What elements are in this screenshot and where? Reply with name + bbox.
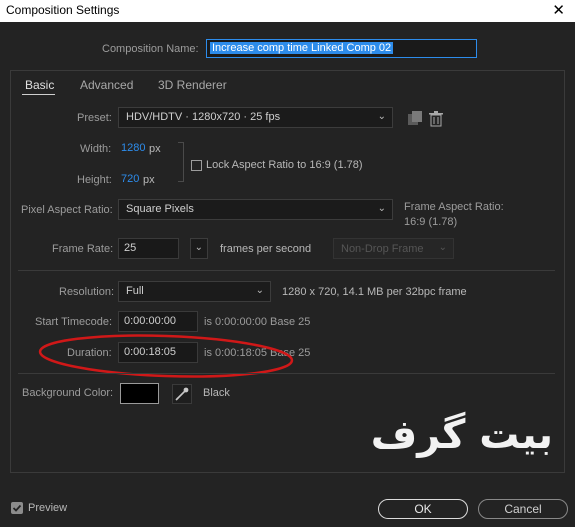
start-timecode-input[interactable]: 0:00:00:00 — [118, 311, 198, 332]
lock-aspect-checkbox[interactable] — [191, 160, 202, 171]
drop-frame-dropdown[interactable]: Non-Drop Frame ⌄ — [333, 238, 454, 259]
composition-name-value: Increase comp time Linked Comp 02 — [210, 42, 394, 54]
frame-rate-input[interactable]: 25 — [118, 238, 179, 259]
drop-frame-value: Non-Drop Frame — [341, 243, 424, 255]
resolution-info: 1280 x 720, 14.1 MB per 32bpc frame — [282, 286, 467, 298]
tab-basic[interactable]: Basic — [25, 78, 54, 92]
width-unit: px — [149, 143, 161, 155]
width-value[interactable]: 1280 — [121, 142, 145, 154]
width-label: Width: — [80, 143, 112, 155]
tab-3d-renderer[interactable]: 3D Renderer — [158, 78, 227, 92]
trash-icon[interactable] — [428, 110, 444, 127]
frame-aspect-value: 16:9 (1.78) — [404, 216, 458, 228]
height-unit: px — [143, 174, 155, 186]
frame-rate-unit: frames per second — [220, 243, 312, 255]
pixel-aspect-value: Square Pixels — [126, 203, 194, 215]
preset-dropdown[interactable]: HDV/HDTV · 1280x720 · 25 fps ⌄ — [118, 107, 393, 128]
divider — [18, 373, 555, 374]
tab-basic-underline — [22, 94, 55, 95]
frame-rate-label: Frame Rate: — [52, 243, 114, 255]
save-preset-icon[interactable] — [406, 110, 424, 127]
ok-button[interactable]: OK — [378, 499, 468, 519]
pixel-aspect-dropdown[interactable]: Square Pixels ⌄ — [118, 199, 393, 220]
resolution-value: Full — [126, 285, 144, 297]
tab-advanced[interactable]: Advanced — [80, 78, 133, 92]
annotation-ellipse — [38, 334, 294, 378]
chevron-down-icon: ⌄ — [194, 242, 203, 253]
pixel-aspect-label: Pixel Aspect Ratio: — [21, 204, 113, 216]
start-timecode-info: is 0:00:00:00 Base 25 — [204, 316, 311, 328]
height-value[interactable]: 720 — [121, 173, 139, 185]
link-bracket — [178, 142, 184, 182]
composition-name-label: Composition Name: — [102, 43, 199, 55]
background-color-label: Background Color: — [22, 387, 114, 399]
eyedropper-icon[interactable] — [172, 384, 192, 404]
preview-label: Preview — [28, 502, 68, 514]
chevron-down-icon: ⌄ — [377, 111, 386, 122]
frame-rate-menu[interactable]: ⌄ — [190, 238, 208, 259]
divider — [18, 270, 555, 271]
cancel-button[interactable]: Cancel — [478, 499, 568, 519]
watermark-text: بیت گرف — [370, 412, 553, 458]
background-color-name: Black — [203, 387, 230, 399]
title-bar: Composition Settings ✕ — [0, 0, 575, 22]
chevron-down-icon: ⌄ — [438, 242, 447, 253]
lock-aspect-label: Lock Aspect Ratio to 16:9 (1.78) — [206, 159, 363, 171]
start-timecode-label: Start Timecode: — [35, 316, 113, 328]
preview-checkbox[interactable] — [11, 502, 23, 514]
resolution-label: Resolution: — [59, 286, 115, 298]
background-color-swatch[interactable] — [120, 383, 159, 404]
preset-label: Preset: — [77, 112, 112, 124]
close-icon[interactable]: ✕ — [552, 1, 565, 19]
resolution-dropdown[interactable]: Full ⌄ — [118, 281, 271, 302]
preset-value: HDV/HDTV · 1280x720 · 25 fps — [126, 111, 281, 123]
height-label: Height: — [77, 174, 112, 186]
window-title: Composition Settings — [6, 3, 120, 17]
frame-aspect-label: Frame Aspect Ratio: — [404, 201, 504, 213]
chevron-down-icon: ⌄ — [255, 285, 264, 296]
composition-name-input[interactable]: Increase comp time Linked Comp 02 — [206, 39, 477, 58]
chevron-down-icon: ⌄ — [377, 203, 386, 214]
